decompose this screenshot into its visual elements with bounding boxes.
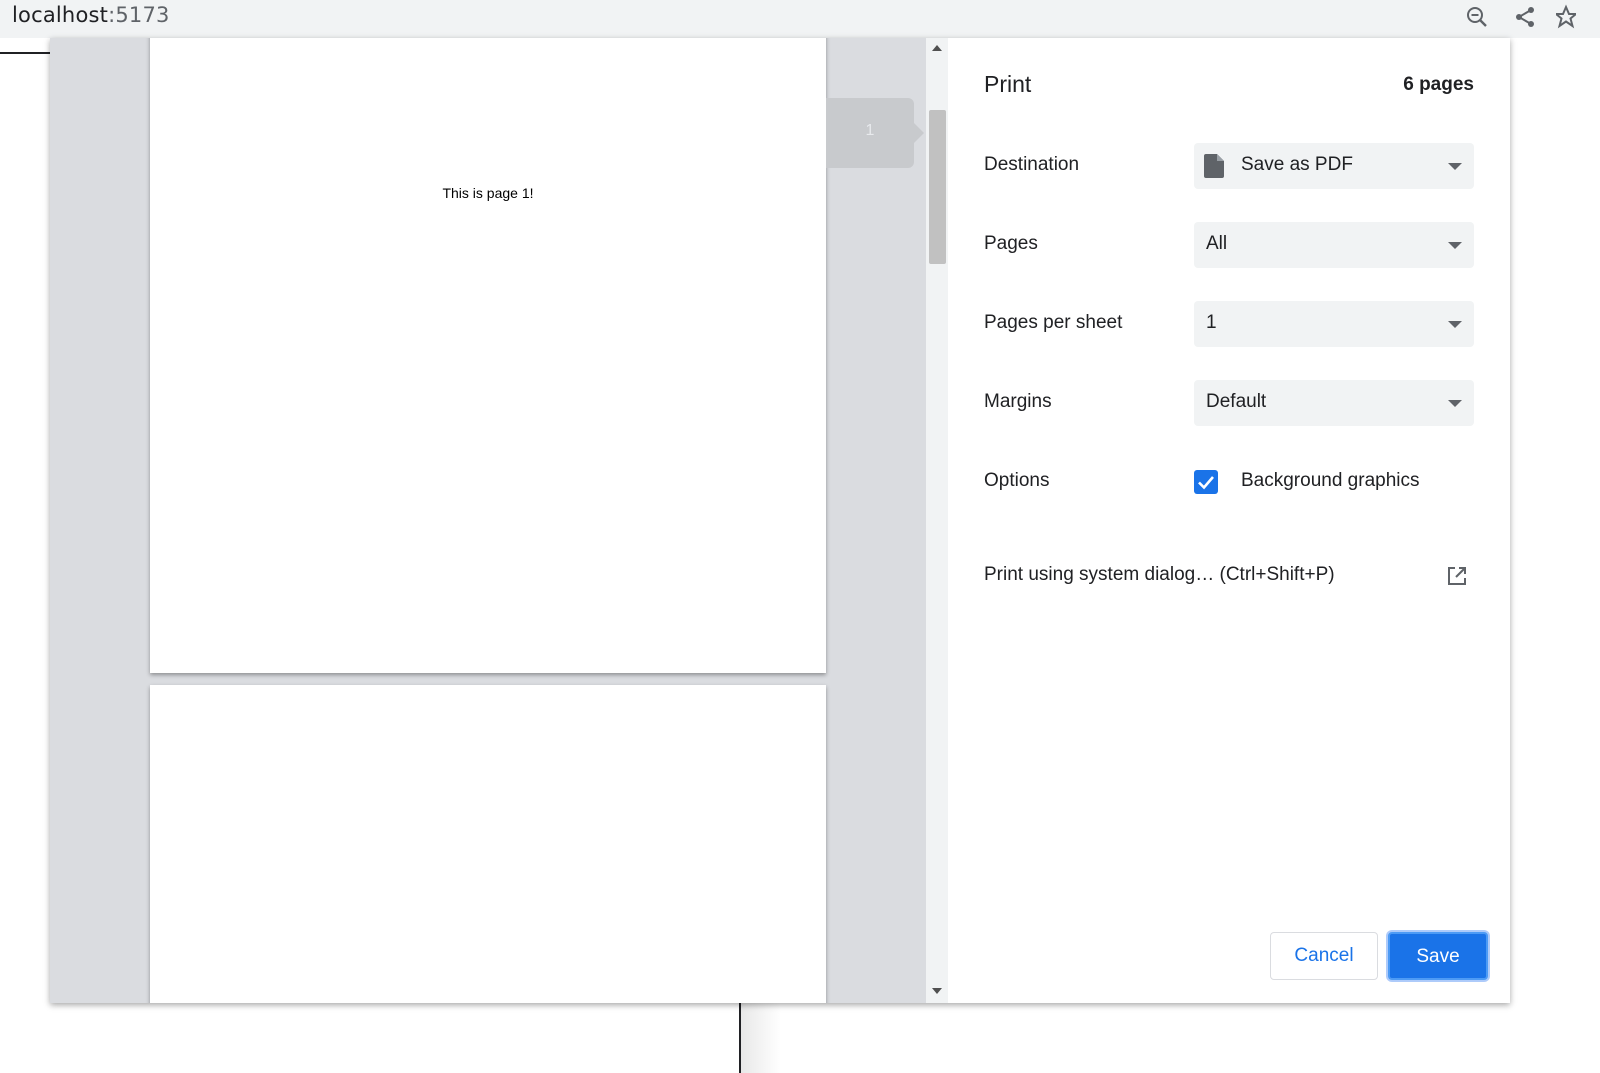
chevron-down-icon <box>1448 242 1462 249</box>
document-icon <box>1204 154 1224 178</box>
chevron-down-icon <box>1448 163 1462 170</box>
pages-per-sheet-label: Pages per sheet <box>984 312 1123 333</box>
page-count: 6 pages <box>1403 74 1474 95</box>
destination-label: Destination <box>984 154 1080 175</box>
zoom-out-icon[interactable] <box>1464 4 1490 30</box>
preview-page-1: This is page 1! <box>150 38 826 673</box>
background-graphics-checkbox[interactable] <box>1194 470 1218 494</box>
destination-value: Save as PDF <box>1241 154 1353 175</box>
pages-select[interactable]: All <box>1194 222 1474 268</box>
scroll-down-arrow[interactable] <box>932 988 942 994</box>
background-divider <box>0 52 50 54</box>
bookmark-star-icon[interactable] <box>1556 4 1576 30</box>
print-title: Print <box>984 71 1032 97</box>
options-label: Options <box>984 470 1050 491</box>
share-icon[interactable] <box>1512 4 1538 30</box>
preview-scrollbar[interactable] <box>926 38 948 1003</box>
margins-select[interactable]: Default <box>1194 380 1474 426</box>
scroll-up-arrow[interactable] <box>932 45 942 51</box>
checkmark-icon <box>1198 476 1214 490</box>
page-1-text: This is page 1! <box>442 185 534 201</box>
preview-page-2 <box>150 685 826 1003</box>
scrollbar-thumb[interactable] <box>929 110 946 264</box>
pages-per-sheet-select[interactable]: 1 <box>1194 301 1474 347</box>
url-port: :5173 <box>108 3 170 27</box>
destination-select[interactable]: Save as PDF <box>1194 143 1474 189</box>
print-preview[interactable]: This is page 1! 1 <box>50 38 926 1003</box>
cancel-button[interactable]: Cancel <box>1270 932 1378 980</box>
pages-label: Pages <box>984 233 1038 254</box>
page-number-indicator: 1 <box>826 98 924 168</box>
open-in-new-icon[interactable] <box>1446 565 1468 587</box>
system-dialog-link[interactable]: Print using system dialog… (Ctrl+Shift+P… <box>984 564 1335 586</box>
background-shadow <box>741 1003 781 1073</box>
chevron-down-icon <box>1448 400 1462 407</box>
browser-toolbar: localhost:5173 <box>0 0 1600 38</box>
pages-value: All <box>1206 233 1228 254</box>
address-bar[interactable]: localhost:5173 <box>12 3 170 27</box>
margins-label: Margins <box>984 391 1052 412</box>
print-settings-panel: Print 6 pages Destination Save as PDF Pa… <box>948 38 1510 1003</box>
page-number: 1 <box>865 122 875 139</box>
background-graphics-label[interactable]: Background graphics <box>1241 470 1420 492</box>
url-host: localhost <box>12 3 109 27</box>
chevron-down-icon <box>1448 321 1462 328</box>
print-dialog: This is page 1! 1 Print 6 pages Destinat… <box>50 38 1510 1003</box>
save-button[interactable]: Save <box>1388 932 1488 980</box>
margins-value: Default <box>1206 391 1267 412</box>
pages-per-sheet-value: 1 <box>1206 312 1217 333</box>
